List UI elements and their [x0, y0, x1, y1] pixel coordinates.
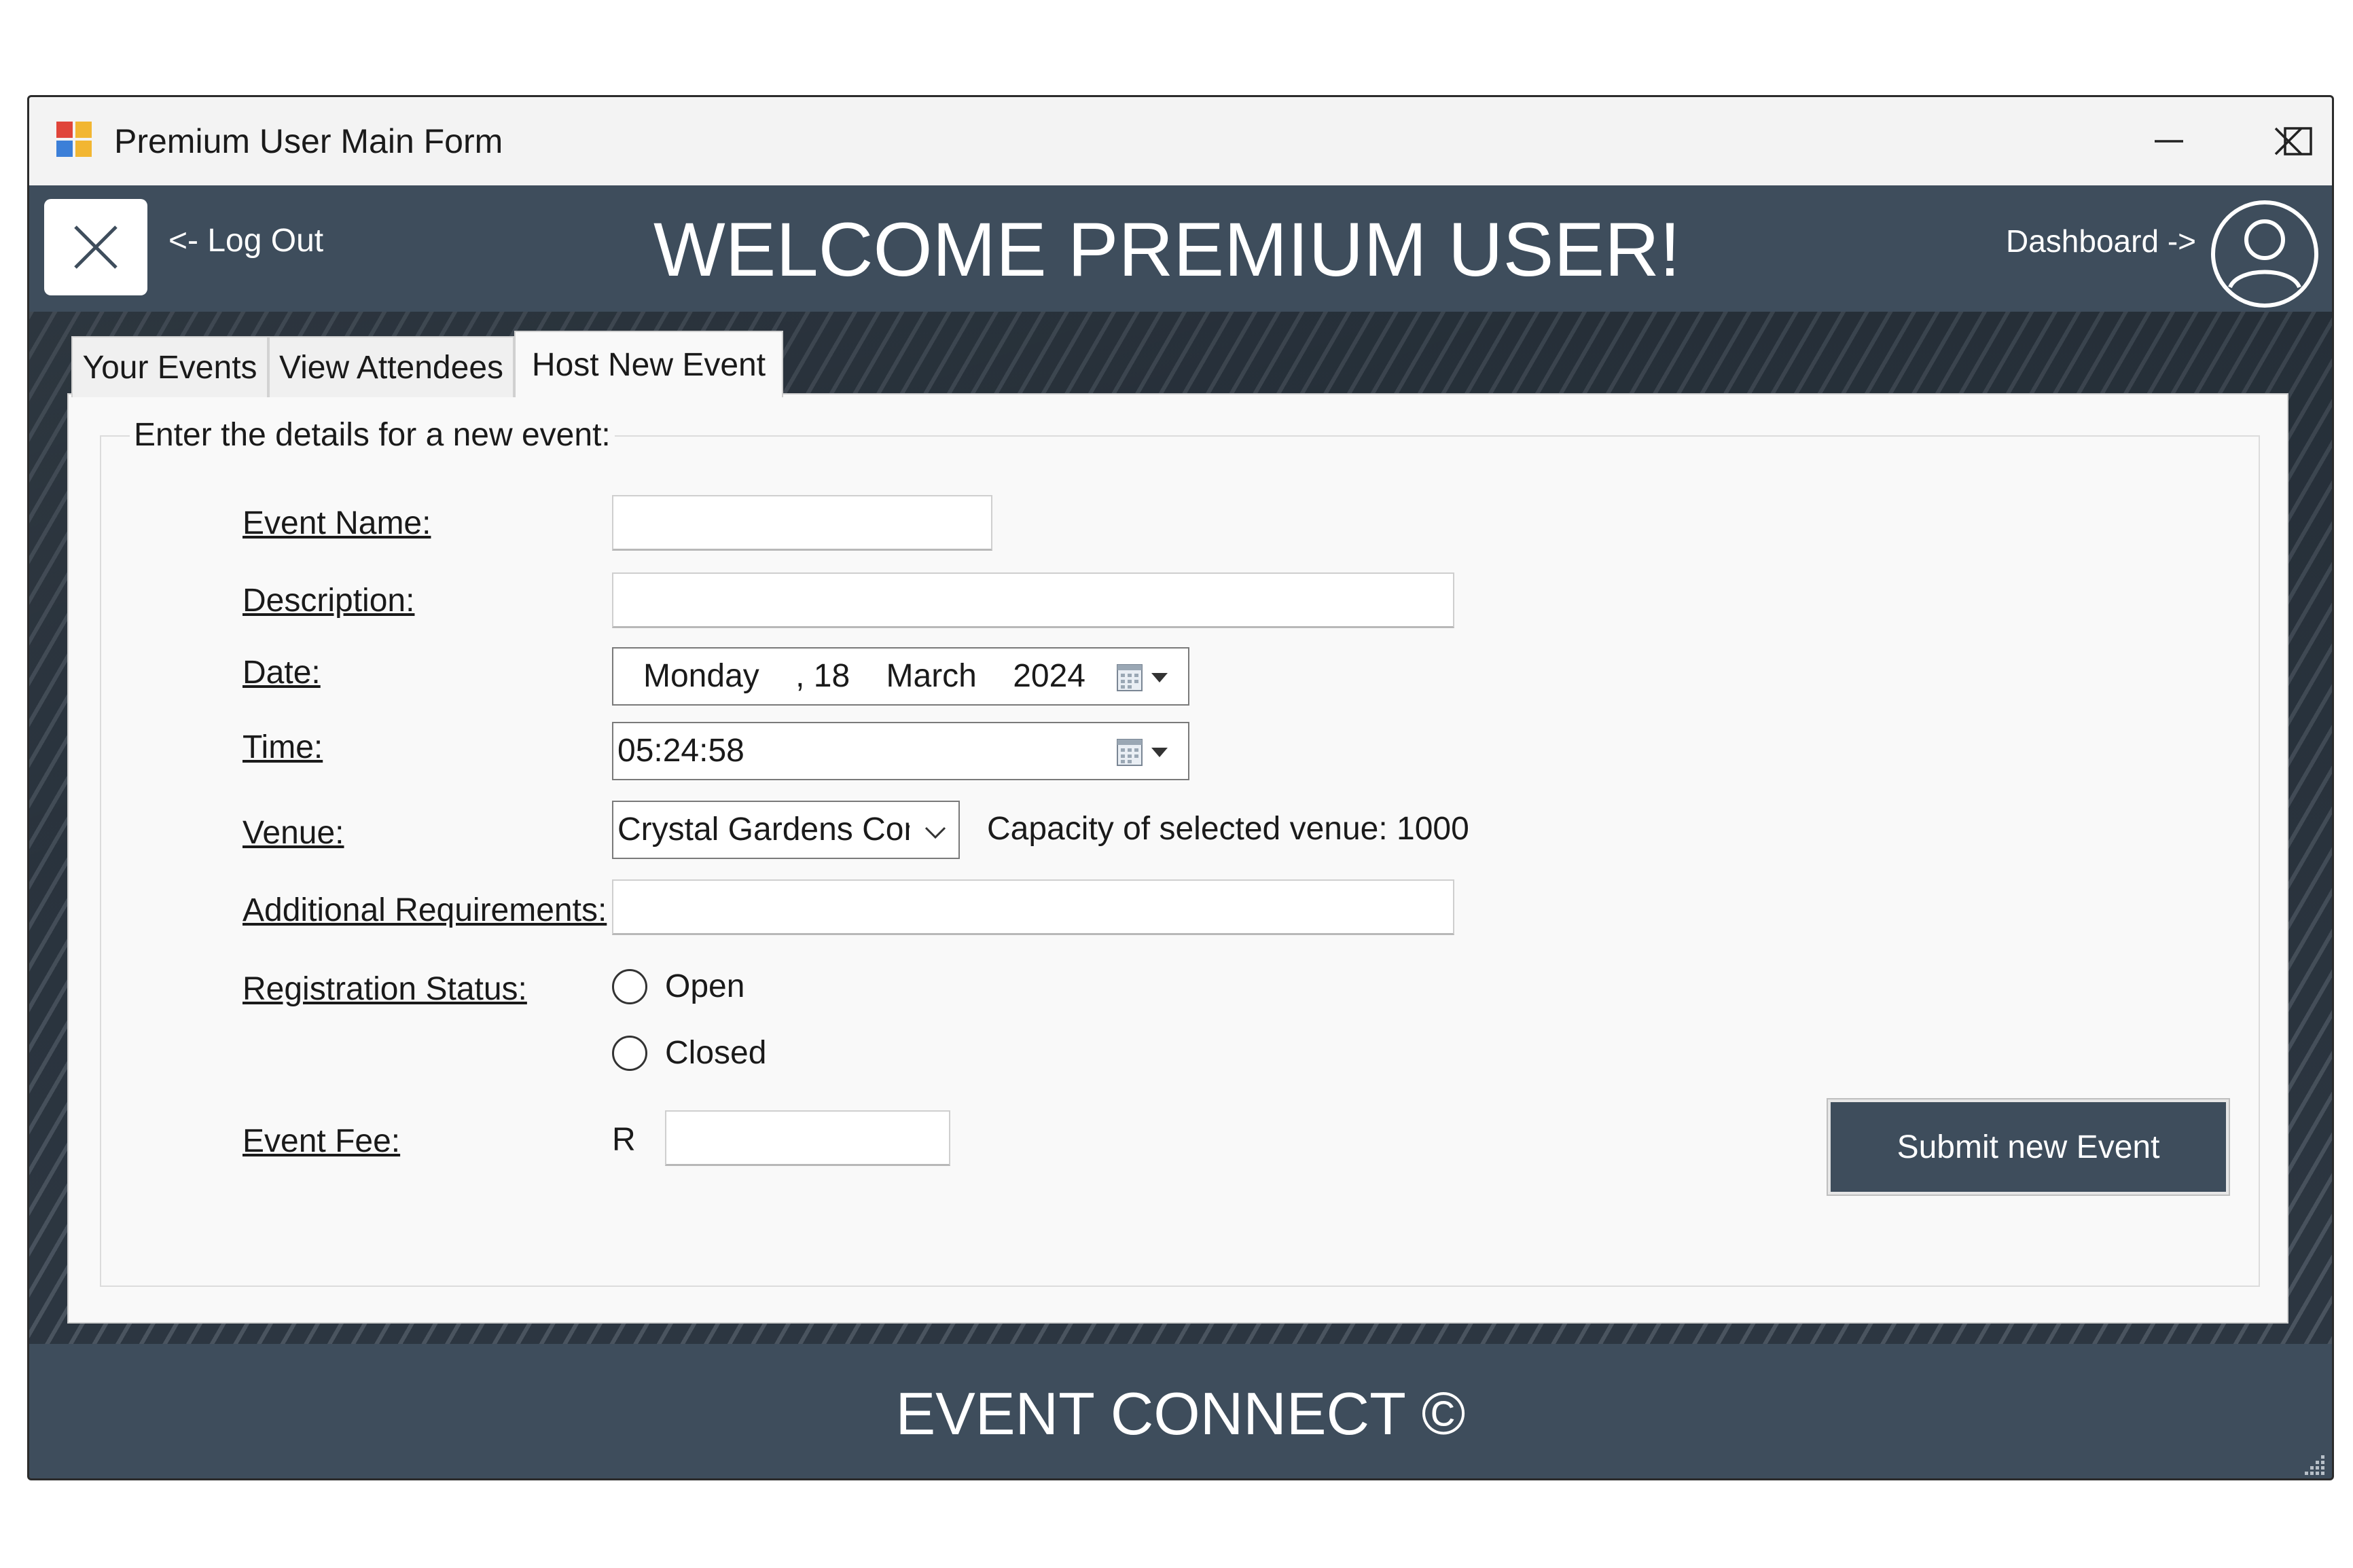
- tab-view-attendees[interactable]: View Attendees: [268, 336, 514, 397]
- minimize-icon: [2155, 140, 2183, 143]
- description-label: Description:: [243, 583, 415, 619]
- footer-brand: EVENT CONNECT ©: [895, 1380, 1466, 1447]
- title-bar: Premium User Main Form: [29, 97, 2332, 185]
- radio-open-label[interactable]: Open: [665, 966, 744, 1007]
- venue-dropdown[interactable]: Crystal Gardens Conv: [612, 801, 960, 859]
- event-name-input[interactable]: [612, 495, 992, 551]
- tab-host-new-event[interactable]: Host New Event: [514, 331, 783, 397]
- close-icon: [2274, 127, 2303, 156]
- registration-status-label: Registration Status:: [243, 971, 527, 1007]
- dashboard-link[interactable]: Dashboard ->: [2006, 221, 2196, 261]
- time-picker[interactable]: 05:24:58: [612, 722, 1189, 780]
- time-label: Time:: [243, 729, 323, 765]
- app-form-icon: [56, 122, 94, 160]
- date-label: Date:: [243, 655, 321, 691]
- radio-closed[interactable]: [612, 1036, 647, 1071]
- app-header: <- Log Out WELCOME PREMIUM USER! Dashboa…: [29, 185, 2332, 312]
- additional-requirements-input[interactable]: [612, 879, 1454, 935]
- chevron-down-icon: [924, 826, 946, 839]
- window-title: Premium User Main Form: [114, 122, 503, 160]
- window-close-button-glyph[interactable]: [2248, 111, 2329, 172]
- calendar-dropdown-icon[interactable]: [1113, 662, 1174, 693]
- radio-open[interactable]: [612, 969, 647, 1004]
- tab-your-events[interactable]: Your Events: [71, 336, 268, 397]
- welcome-heading: WELCOME PREMIUM USER!: [653, 207, 1681, 292]
- event-name-label: Event Name:: [243, 505, 431, 541]
- minimize-button[interactable]: [2128, 111, 2210, 172]
- additional-requirements-label: Additional Requirements:: [243, 892, 607, 928]
- user-avatar-icon[interactable]: [2208, 198, 2321, 310]
- submit-event-button[interactable]: Submit new Event: [1827, 1098, 2230, 1196]
- footer: EVENT CONNECT ©: [29, 1344, 2332, 1478]
- event-fee-label: Event Fee:: [243, 1123, 401, 1159]
- description-input[interactable]: [612, 572, 1454, 628]
- calendar-dropdown-icon[interactable]: [1113, 737, 1174, 768]
- group-title: Enter the details for a new event:: [130, 415, 615, 456]
- venue-value: Crystal Gardens Conv: [617, 812, 910, 847]
- time-value: 05:24:58: [617, 733, 744, 769]
- event-fee-input[interactable]: [665, 1110, 950, 1166]
- currency-symbol: R: [612, 1122, 636, 1158]
- venue-capacity-text: Capacity of selected venue: 1000: [987, 811, 1469, 847]
- date-value: Monday , 18 March 2024: [643, 658, 1085, 694]
- venue-label: Venue:: [243, 815, 344, 851]
- date-picker[interactable]: Monday , 18 March 2024: [612, 647, 1189, 706]
- resize-grip-icon[interactable]: [2302, 1453, 2327, 1477]
- host-event-panel: Enter the details for a new event: Event…: [67, 393, 2288, 1324]
- radio-closed-label[interactable]: Closed: [665, 1033, 766, 1074]
- main-window: Premium User Main Form <- Log Out WELCOM…: [27, 95, 2334, 1480]
